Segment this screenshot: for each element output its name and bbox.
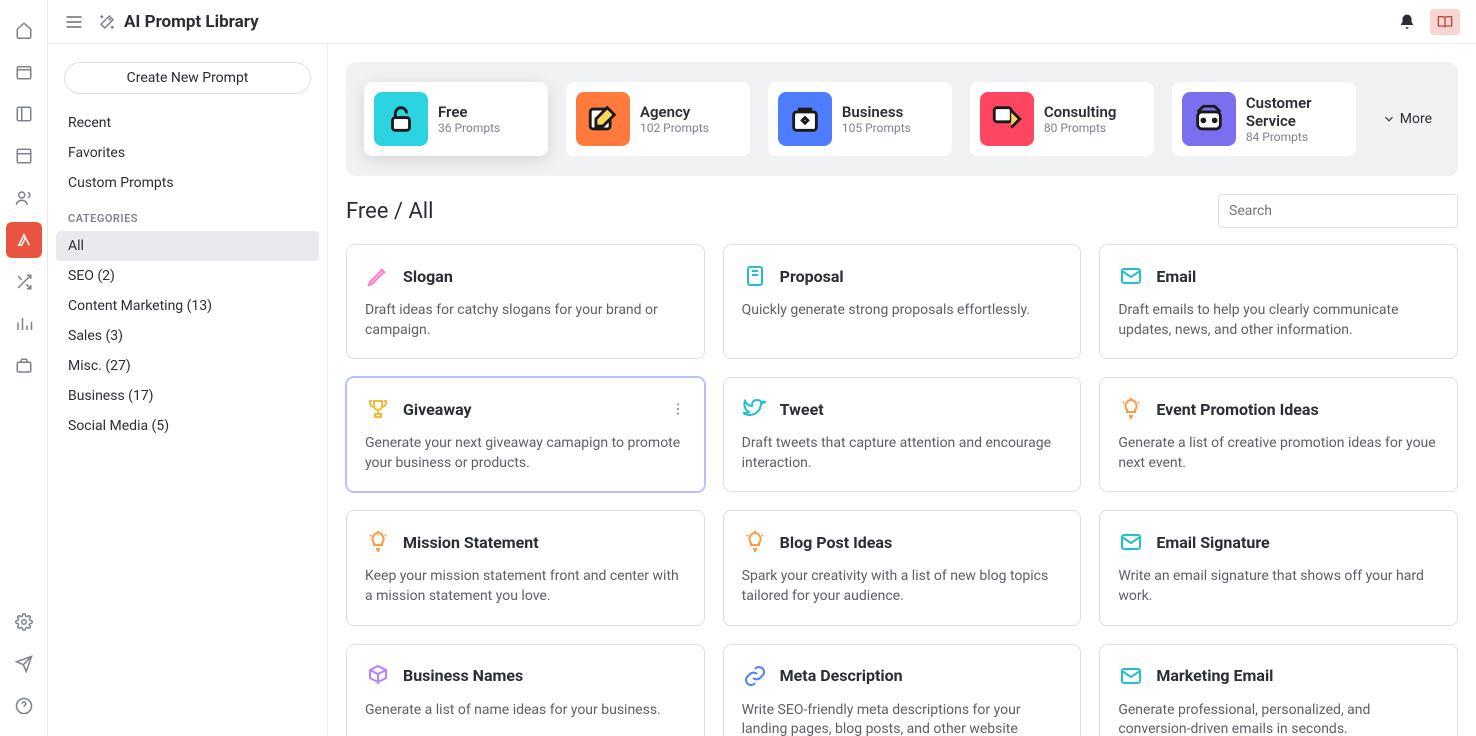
chevron-down-icon: [1382, 112, 1396, 126]
prompt-card[interactable]: EmailDraft emails to help you clearly co…: [1099, 244, 1458, 359]
sidebar: Create New Prompt RecentFavoritesCustom …: [48, 44, 328, 736]
mail-icon: [1118, 663, 1144, 689]
bird-icon: [742, 396, 768, 422]
prompt-card[interactable]: Business NamesGenerate a list of name id…: [346, 644, 705, 736]
rail-prompt-library-icon[interactable]: [6, 222, 42, 258]
category-icon: [374, 92, 428, 146]
rail-people-icon[interactable]: [6, 180, 42, 216]
rail-home-icon[interactable]: [6, 12, 42, 48]
sidebar-category-item[interactable]: SEO (2): [56, 261, 319, 291]
more-categories-button[interactable]: More: [1374, 111, 1440, 127]
prompt-card[interactable]: Email SignatureWrite an email signature …: [1099, 510, 1458, 625]
category-card-consulting[interactable]: Consulting80 Prompts: [970, 82, 1154, 156]
more-icon[interactable]: [670, 401, 686, 417]
category-card-customer-service[interactable]: Customer Service84 Prompts: [1172, 82, 1356, 156]
bulb-icon: [1118, 396, 1144, 422]
category-icon: [1182, 92, 1236, 146]
rail-shuffle-icon[interactable]: [6, 264, 42, 300]
prompt-card[interactable]: Event Promotion IdeasGenerate a list of …: [1099, 377, 1458, 492]
sidebar-category-item[interactable]: All: [56, 231, 319, 261]
breadcrumb: Free / All: [346, 199, 434, 224]
search-input[interactable]: [1218, 194, 1458, 228]
sidebar-category-item[interactable]: Social Media (5): [56, 411, 319, 441]
book-icon: [742, 263, 768, 289]
categories-heading: CATEGORIES: [56, 198, 319, 231]
category-card-agency[interactable]: Agency102 Prompts: [566, 82, 750, 156]
sidebar-category-item[interactable]: Sales (3): [56, 321, 319, 351]
wand-icon: [98, 13, 116, 31]
category-cards-row: Free36 PromptsAgency102 PromptsBusiness1…: [346, 62, 1458, 176]
rail-panel-icon[interactable]: [6, 96, 42, 132]
link-icon: [742, 663, 768, 689]
bell-icon[interactable]: [1398, 13, 1416, 31]
mail-icon: [1118, 529, 1144, 555]
topbar: AI Prompt Library: [48, 0, 1476, 44]
prompt-card[interactable]: GiveawayGenerate your next giveaway cama…: [346, 377, 705, 492]
sidebar-nav-recent[interactable]: Recent: [56, 108, 319, 138]
bulb-icon: [742, 529, 768, 555]
left-rail: [0, 0, 48, 736]
category-card-business[interactable]: Business105 Prompts: [768, 82, 952, 156]
prompt-card[interactable]: Marketing EmailGenerate professional, pe…: [1099, 644, 1458, 736]
sidebar-nav-favorites[interactable]: Favorites: [56, 138, 319, 168]
prompt-card[interactable]: Blog Post IdeasSpark your creativity wit…: [723, 510, 1082, 625]
category-card-free[interactable]: Free36 Prompts: [364, 82, 548, 156]
sidebar-nav-custom-prompts[interactable]: Custom Prompts: [56, 168, 319, 198]
category-icon: [980, 92, 1034, 146]
sidebar-category-item[interactable]: Business (17): [56, 381, 319, 411]
cube-icon: [365, 663, 391, 689]
rail-layout-icon[interactable]: [6, 138, 42, 174]
trophy-icon: [365, 396, 391, 422]
prompt-card[interactable]: TweetDraft tweets that capture attention…: [723, 377, 1082, 492]
rail-send-icon[interactable]: [6, 646, 42, 682]
mail-icon: [1118, 263, 1144, 289]
rail-help-icon[interactable]: [6, 688, 42, 724]
pencil-icon: [365, 263, 391, 289]
rail-settings-icon[interactable]: [6, 604, 42, 640]
prompt-card[interactable]: Meta DescriptionWrite SEO-friendly meta …: [723, 644, 1082, 736]
prompt-card[interactable]: Mission StatementKeep your mission state…: [346, 510, 705, 625]
hamburger-icon[interactable]: [64, 12, 84, 32]
rail-calendar-icon[interactable]: [6, 54, 42, 90]
category-icon: [778, 92, 832, 146]
book-open-icon[interactable]: [1430, 9, 1460, 35]
rail-briefcase-icon[interactable]: [6, 348, 42, 384]
prompt-card[interactable]: ProposalQuickly generate strong proposal…: [723, 244, 1082, 359]
category-icon: [576, 92, 630, 146]
bulb-icon: [365, 529, 391, 555]
sidebar-category-item[interactable]: Content Marketing (13): [56, 291, 319, 321]
page-title: AI Prompt Library: [98, 12, 259, 32]
sidebar-category-item[interactable]: Misc. (27): [56, 351, 319, 381]
rail-analytics-icon[interactable]: [6, 306, 42, 342]
prompt-card[interactable]: SloganDraft ideas for catchy slogans for…: [346, 244, 705, 359]
create-new-prompt-button[interactable]: Create New Prompt: [64, 62, 311, 94]
